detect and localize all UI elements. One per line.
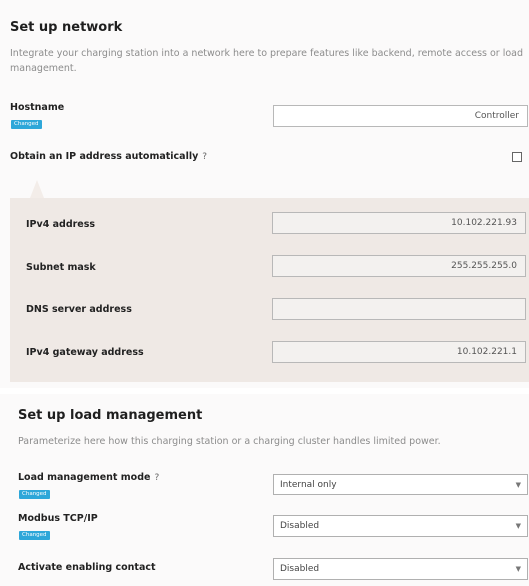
hostname-label: Hostname xyxy=(10,102,65,113)
chevron-down-icon: ▼ xyxy=(515,480,521,489)
obtain-ip-label: Obtain an IP address automatically? xyxy=(10,151,207,162)
enabling-contact-label: Activate enabling contact xyxy=(18,562,156,573)
ipv4-address-input[interactable]: 10.102.221.93 xyxy=(272,212,526,234)
modbus-changed-badge: Changed xyxy=(19,531,50,540)
enabling-contact-select[interactable]: Disabled ▼ xyxy=(273,558,528,580)
ipv4-address-label: IPv4 address xyxy=(26,219,96,230)
modbus-label: Modbus TCP/IP xyxy=(18,513,98,524)
help-icon[interactable]: ? xyxy=(154,473,159,483)
hostname-changed-badge: Changed xyxy=(11,120,42,129)
dns-server-label: DNS server address xyxy=(26,304,132,315)
hostname-value: Controller xyxy=(474,111,519,121)
obtain-ip-text: Obtain an IP address automatically xyxy=(10,151,199,162)
hostname-input[interactable]: Controller xyxy=(273,105,528,127)
lm-mode-label: Load management mode? xyxy=(18,472,159,483)
subnet-mask-label: Subnet mask xyxy=(26,262,96,273)
chevron-down-icon: ▼ xyxy=(515,522,521,530)
subnet-mask-value: 255.255.255.0 xyxy=(451,261,517,271)
ipv4-gateway-label: IPv4 gateway address xyxy=(26,347,144,358)
load-management-description: Parameterize here how this charging stat… xyxy=(18,436,441,447)
load-management-section: Set up load management Parameterize here… xyxy=(0,394,529,586)
enabling-contact-value: Disabled xyxy=(280,564,320,574)
dns-server-input[interactable] xyxy=(272,298,526,320)
lm-mode-select[interactable]: Internal only ▼ xyxy=(273,474,528,495)
subnet-mask-input[interactable]: 255.255.255.0 xyxy=(272,255,526,277)
modbus-select[interactable]: Disabled ▼ xyxy=(273,515,528,537)
ip-settings-panel: IPv4 address 10.102.221.93 Subnet mask 2… xyxy=(10,198,529,382)
ipv4-gateway-value: 10.102.221.1 xyxy=(456,347,517,357)
load-management-title: Set up load management xyxy=(18,408,203,423)
network-title: Set up network xyxy=(10,20,123,35)
ipv4-address-value: 10.102.221.93 xyxy=(451,218,517,228)
help-icon[interactable]: ? xyxy=(202,152,207,162)
lm-mode-changed-badge: Changed xyxy=(19,490,50,499)
obtain-ip-checkbox[interactable] xyxy=(512,152,522,162)
network-description: Integrate your charging station into a n… xyxy=(10,48,524,74)
chevron-down-icon: ▼ xyxy=(515,565,521,573)
lm-mode-value: Internal only xyxy=(280,479,337,490)
ipv4-gateway-input[interactable]: 10.102.221.1 xyxy=(272,341,526,363)
network-section: Set up network Integrate your charging s… xyxy=(0,0,529,388)
panel-pointer xyxy=(30,180,44,198)
lm-mode-text: Load management mode xyxy=(18,472,151,483)
modbus-value: Disabled xyxy=(280,521,320,531)
